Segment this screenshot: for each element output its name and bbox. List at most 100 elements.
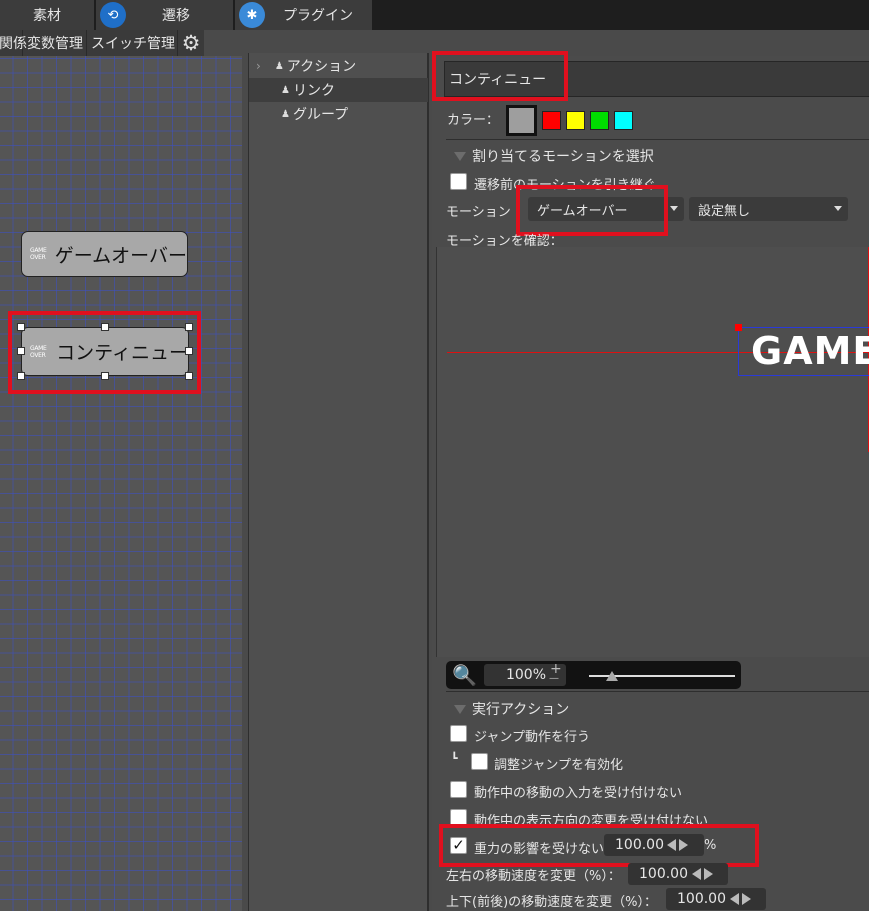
tab-assets-label: 素材	[33, 8, 61, 24]
color-swatch-cyan[interactable]	[614, 111, 633, 130]
action-section-title: 実行アクション	[472, 702, 570, 718]
gravity-unit: %	[704, 838, 717, 853]
resize-handle[interactable]	[185, 323, 193, 331]
zoom-slider-thumb[interactable]	[606, 671, 619, 681]
horizontal-speed-stepper[interactable]	[692, 868, 713, 880]
motion-preview[interactable]: GAME	[436, 247, 869, 657]
increment-arrow-icon[interactable]	[679, 839, 688, 851]
transition-canvas[interactable]: GAME OVER ゲームオーバー GAME OVER コンティニュー	[0, 56, 242, 911]
tree-item-label: グループ	[292, 107, 349, 123]
decrement-arrow-icon[interactable]	[692, 868, 701, 880]
divider	[446, 139, 869, 140]
horizontal-speed-label: 左右の移動速度を変更（%）：	[446, 869, 621, 884]
gravity-checkbox[interactable]: ✓	[450, 837, 467, 854]
resize-handle[interactable]	[185, 347, 193, 355]
ignore-move-input-label: 動作中の移動の入力を受け付けない	[474, 786, 683, 801]
tab-plugin[interactable]: ✱ プラグイン	[235, 0, 373, 30]
tab-relation-label: 関係	[0, 36, 27, 52]
ignore-direction-checkbox[interactable]	[450, 809, 467, 826]
chevron-down-icon	[834, 206, 842, 211]
decrement-arrow-icon[interactable]	[730, 893, 739, 905]
tab-transition-label: 遷移	[162, 8, 190, 24]
transition-icon: ⟲	[100, 2, 126, 28]
tree-item-action[interactable]: › ♟ アクション	[249, 54, 428, 78]
vertical-speed-value: 100.00	[677, 891, 726, 907]
tab-switches-label: スイッチ管理	[91, 36, 175, 52]
resize-handle[interactable]	[17, 323, 25, 331]
motion-dropdown-value: ゲームオーバー	[537, 203, 628, 219]
inherit-motion-checkbox[interactable]	[450, 173, 467, 190]
resize-handle[interactable]	[17, 347, 25, 355]
vertical-speed-field[interactable]: 100.00	[666, 888, 766, 910]
tab-transition[interactable]: ⟲ 遷移	[96, 0, 234, 30]
zoom-value: 100%	[505, 667, 546, 683]
figure-icon: ♟	[281, 84, 290, 96]
top-tab-bar: 素材 ⟲ 遷移 ✱ プラグイン	[0, 0, 869, 30]
color-swatch-green[interactable]	[590, 111, 609, 130]
increment-arrow-icon[interactable]	[742, 893, 751, 905]
motion-setting-value: 設定無し	[698, 203, 751, 219]
tree-item-label: リンク	[292, 83, 335, 99]
tab-variables[interactable]: 変数管理	[24, 30, 87, 56]
action-section-header[interactable]: 実行アクション	[446, 699, 569, 719]
divider	[446, 691, 869, 692]
resize-handle[interactable]	[185, 372, 193, 380]
collapse-triangle-icon	[454, 704, 466, 714]
resize-handle[interactable]	[101, 323, 109, 331]
preview-origin-marker	[735, 324, 742, 331]
tab-switches[interactable]: スイッチ管理	[88, 30, 178, 56]
gravity-value-field[interactable]: 100.00	[604, 834, 704, 856]
preview-sprite-text: GAME	[751, 329, 869, 373]
gear-icon[interactable]: ⚙	[180, 32, 202, 54]
zoom-bar: 🔍 100% + —	[446, 661, 741, 689]
increment-arrow-icon[interactable]	[704, 868, 713, 880]
node-gameover[interactable]: GAME OVER ゲームオーバー	[21, 231, 188, 277]
node-continue[interactable]: GAME OVER コンティニュー	[21, 327, 189, 376]
vertical-speed-stepper[interactable]	[730, 893, 751, 905]
tree-panel: › ♟ アクション ♟ リンク ♟ グループ	[248, 53, 429, 911]
check-icon: ✓	[452, 836, 465, 854]
resize-handle[interactable]	[101, 372, 109, 380]
link-name-field[interactable]: コンティニュー	[444, 61, 869, 97]
tree-item-group[interactable]: ♟ グループ	[249, 102, 428, 126]
motion-label: モーション	[446, 205, 511, 220]
motion-section-header[interactable]: 割り当てるモーションを選択	[446, 146, 654, 166]
motion-setting-dropdown[interactable]: 設定無し	[689, 197, 848, 221]
resize-handle[interactable]	[17, 372, 25, 380]
chevron-down-icon	[670, 206, 678, 211]
node-thumbnail: GAME OVER	[30, 344, 47, 359]
motion-section-title: 割り当てるモーションを選択	[472, 149, 654, 165]
tab-plugin-label: プラグイン	[283, 8, 353, 24]
ignore-move-input-checkbox[interactable]	[450, 781, 467, 798]
color-swatch-red[interactable]	[542, 111, 561, 130]
tab-variables-label: 変数管理	[27, 36, 83, 52]
inherit-motion-label: 遷移前のモーションを引き継ぐ	[474, 178, 656, 193]
tab-assets[interactable]: 素材	[0, 0, 95, 30]
color-swatch-yellow[interactable]	[566, 111, 585, 130]
adjust-jump-checkbox[interactable]	[471, 753, 488, 770]
jump-checkbox[interactable]	[450, 725, 467, 742]
gravity-value: 100.00	[615, 837, 664, 853]
tree-item-link[interactable]: ♟ リンク	[249, 78, 428, 102]
color-swatch-gray[interactable]	[506, 105, 537, 136]
link-name-value: コンティニュー	[449, 72, 547, 88]
gravity-label: 重力の影響を受けない	[474, 842, 605, 857]
decrement-arrow-icon[interactable]	[667, 839, 676, 851]
gravity-stepper[interactable]	[667, 839, 688, 851]
chevron-right-icon[interactable]: ›	[256, 59, 261, 73]
sub-option-connector: ┗	[451, 752, 458, 765]
node-label: ゲームオーバー	[54, 244, 187, 267]
tree-item-label: アクション	[286, 59, 357, 75]
zoom-minus-button[interactable]: —	[549, 673, 559, 684]
node-label: コンティニュー	[56, 342, 188, 364]
node-thumbnail: GAME OVER	[30, 247, 47, 261]
horizontal-speed-field[interactable]: 100.00	[628, 863, 728, 885]
tab-relation[interactable]: 関係	[0, 30, 27, 56]
ignore-direction-label: 動作中の表示方向の変更を受け付けない	[474, 814, 709, 829]
horizontal-speed-value: 100.00	[639, 866, 688, 882]
figure-icon: ♟	[274, 60, 284, 72]
magnifier-icon: 🔍	[452, 663, 477, 687]
sub-toolbar: 関係 変数管理 スイッチ管理 ⚙	[0, 30, 204, 56]
figure-icon: ♟	[281, 108, 290, 120]
motion-dropdown[interactable]: ゲームオーバー	[528, 197, 684, 221]
